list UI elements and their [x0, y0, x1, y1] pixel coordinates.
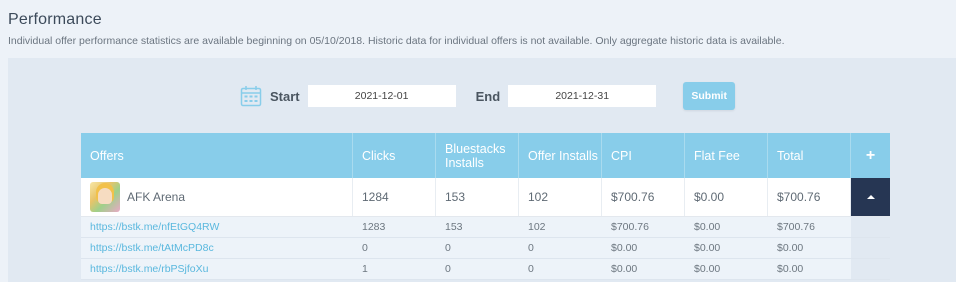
offer-cell: AFK Arena: [81, 178, 353, 216]
clicks-cell: 1: [362, 263, 368, 275]
cpi-cell: $700.76: [611, 221, 649, 233]
header-total[interactable]: Total: [768, 133, 851, 178]
cpi-cell: $0.00: [611, 263, 638, 275]
expand-all-button[interactable]: +: [851, 133, 890, 178]
header-cpi[interactable]: CPI: [602, 133, 685, 178]
header-clicks[interactable]: Clicks: [353, 133, 436, 178]
page-title: Performance: [8, 11, 102, 28]
end-date-input[interactable]: [508, 85, 657, 107]
start-date-input[interactable]: [307, 85, 456, 107]
table-row: https://bstk.me/rbPSjfoXu 1 0 0 $0.00 $0…: [81, 259, 890, 280]
date-filter-bar: Start End Submit: [240, 82, 736, 110]
collapse-row-button[interactable]: [851, 178, 890, 216]
header-offers[interactable]: Offers: [81, 133, 353, 178]
total-cell: $700.76: [777, 221, 815, 233]
tracking-link[interactable]: https://bstk.me/rbPSjfoXu: [81, 259, 353, 279]
row-spacer: [851, 259, 890, 279]
bluestacks-installs-cell: 0: [445, 263, 451, 275]
tracking-link[interactable]: https://bstk.me/tAtMcPD8c: [81, 238, 353, 258]
flat-fee-cell: $0.00: [694, 221, 721, 233]
tracking-link[interactable]: https://bstk.me/nfEtGQ4RW: [81, 217, 353, 237]
header-bluestacks-installs[interactable]: Bluestacks Installs: [436, 133, 519, 178]
bluestacks-installs-cell: 153: [436, 178, 519, 216]
page-header: Performance Individual offer performance…: [8, 11, 784, 47]
offer-name: AFK Arena: [127, 190, 186, 204]
header-offer-installs[interactable]: Offer Installs: [519, 133, 602, 178]
page-subtitle: Individual offer performance statistics …: [8, 35, 785, 47]
chevron-up-icon: [866, 195, 875, 199]
offer-installs-cell: 102: [519, 178, 602, 216]
performance-panel: Start End Submit Offers Clicks Bluestack…: [8, 58, 956, 282]
clicks-cell: 1283: [362, 221, 386, 233]
offer-avatar: [90, 182, 120, 212]
bluestacks-installs-cell: 0: [445, 242, 451, 254]
bluestacks-installs-cell: 153: [445, 221, 463, 233]
table-row: https://bstk.me/nfEtGQ4RW 1283 153 102 $…: [81, 217, 890, 238]
offer-installs-cell: 102: [528, 221, 546, 233]
table-row: https://bstk.me/tAtMcPD8c 0 0 0 $0.00 $0…: [81, 238, 890, 259]
header-flat-fee[interactable]: Flat Fee: [685, 133, 768, 178]
start-label: Start: [270, 88, 300, 104]
row-spacer: [851, 238, 890, 258]
flat-fee-cell: $0.00: [694, 242, 721, 254]
offer-installs-cell: 0: [528, 263, 534, 275]
flat-fee-cell: $0.00: [685, 178, 768, 216]
table-header-row: Offers Clicks Bluestacks Installs Offer …: [81, 133, 890, 178]
submit-button[interactable]: Submit: [683, 82, 736, 110]
calendar-icon: [240, 86, 262, 107]
end-label: End: [475, 88, 501, 104]
total-cell: $0.00: [777, 242, 804, 254]
total-cell: $0.00: [777, 263, 804, 275]
clicks-cell: 0: [362, 242, 368, 254]
total-cell: $700.76: [768, 178, 851, 216]
offers-table: Offers Clicks Bluestacks Installs Offer …: [81, 133, 890, 280]
offer-installs-cell: 0: [528, 242, 534, 254]
cpi-cell: $700.76: [602, 178, 685, 216]
clicks-cell: 1284: [353, 178, 436, 216]
cpi-cell: $0.00: [611, 242, 638, 254]
table-row: AFK Arena 1284 153 102 $700.76 $0.00 $70…: [81, 178, 890, 217]
row-spacer: [851, 217, 890, 237]
flat-fee-cell: $0.00: [694, 263, 721, 275]
